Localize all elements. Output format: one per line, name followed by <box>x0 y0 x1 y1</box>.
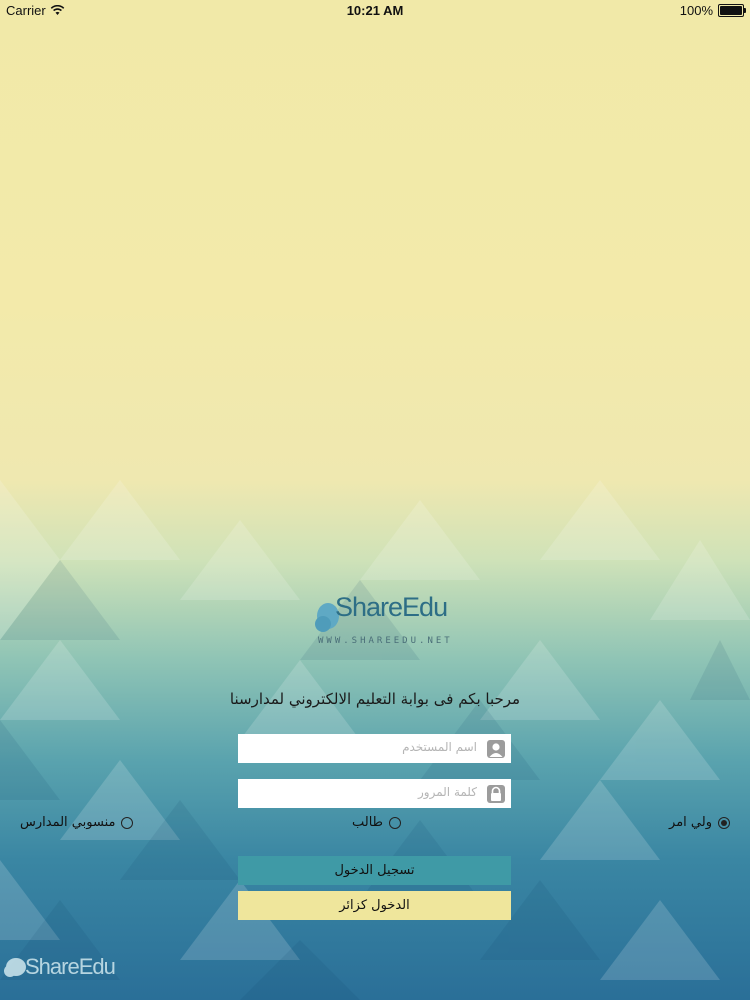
welcome-text: مرحبا بكم فى بوابة التعليم الالكتروني لم… <box>229 690 521 708</box>
username-field[interactable]: اسم المستخدم <box>238 734 511 763</box>
background <box>0 0 750 1000</box>
visitor-login-button[interactable]: الدخول كزائر <box>238 891 511 920</box>
radio-circle[interactable] <box>121 816 134 829</box>
logo-text: ShareEdu <box>335 592 448 622</box>
logo-url: WWW.SHAREEDU.NET <box>318 636 453 646</box>
battery-percent: 100% <box>679 3 713 18</box>
corner-logo: ShareEdu <box>3 948 133 982</box>
clock: 10:21 AM <box>346 3 404 18</box>
shareedu-logo: ShareEdu WWW.SHAREEDU.NET <box>314 592 450 652</box>
corner-logo-text: ShareEdu <box>25 954 116 979</box>
password-field[interactable]: كلمة المرور <box>238 779 511 808</box>
role-student-radio[interactable]: طالب <box>352 815 402 830</box>
role-staff-label: منسوبي المدارس <box>20 815 116 830</box>
password-placeholder: كلمة المرور <box>417 785 477 799</box>
role-parent-label: ولي امر <box>669 815 712 830</box>
role-selector: ولي امر طالب منسوبي المدارس <box>0 815 750 837</box>
role-student-label: طالب <box>352 815 384 830</box>
status-bar: Carrier 10:21 AM 100% <box>0 0 750 22</box>
battery-icon <box>718 4 746 17</box>
geometric-pattern <box>0 480 750 1000</box>
login-button[interactable]: تسجيل الدخول <box>238 856 511 885</box>
radio-circle-selected[interactable] <box>718 816 730 829</box>
radio-circle[interactable] <box>389 816 402 829</box>
username-placeholder: اسم المستخدم <box>402 740 477 754</box>
user-icon <box>487 740 505 758</box>
lock-icon <box>487 785 505 803</box>
status-right: 100% <box>679 3 746 18</box>
role-staff-radio[interactable]: منسوبي المدارس <box>20 815 134 830</box>
role-parent-radio[interactable]: ولي امر <box>669 815 730 830</box>
